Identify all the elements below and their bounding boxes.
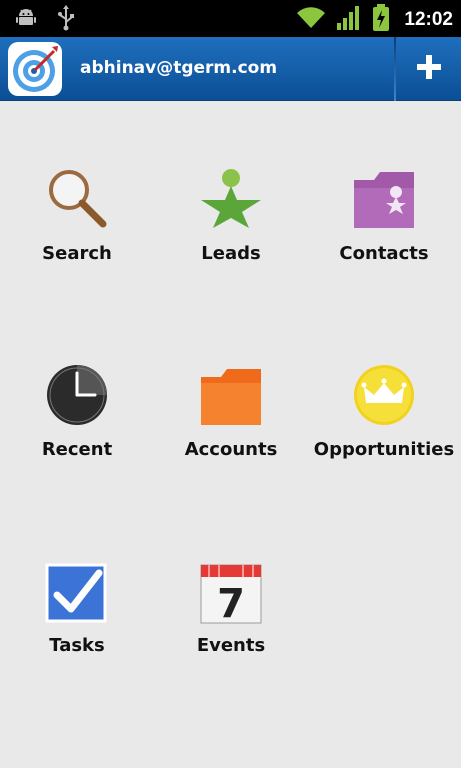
clock-icon [45,363,109,427]
home-menu-grid: Search Leads Contacts Recent Accounts Op… [0,101,461,768]
status-bar: 12:02 [0,0,461,37]
target-dart-icon[interactable] [8,42,62,96]
android-debug-icon [14,5,38,35]
calendar-day-number: 7 [217,581,245,625]
account-email: abhinav@tgerm.com [80,58,278,78]
wifi-icon [296,6,326,34]
menu-item-label: Opportunities [313,439,455,460]
crown-icon [352,363,416,427]
menu-item-tasks[interactable]: Tasks [0,101,154,656]
signal-icon [336,5,362,35]
menu-item-events[interactable]: 7 Events [154,101,308,656]
usb-icon [56,5,76,35]
menu-item-label: Tasks [49,635,105,656]
menu-item-label: Events [196,635,266,656]
calendar-icon: 7 [199,561,263,627]
folder-icon [199,363,263,427]
plus-icon [416,54,442,84]
menu-item-label: Recent [41,439,113,460]
menu-item-opportunities[interactable]: Opportunities [307,101,461,460]
checkbox-icon [45,561,109,625]
battery-charging-icon [372,4,390,36]
menu-item-label: Accounts [184,439,278,460]
app-header: abhinav@tgerm.com [0,37,461,101]
clock-time: 12:02 [404,9,453,30]
add-button[interactable] [396,37,461,101]
